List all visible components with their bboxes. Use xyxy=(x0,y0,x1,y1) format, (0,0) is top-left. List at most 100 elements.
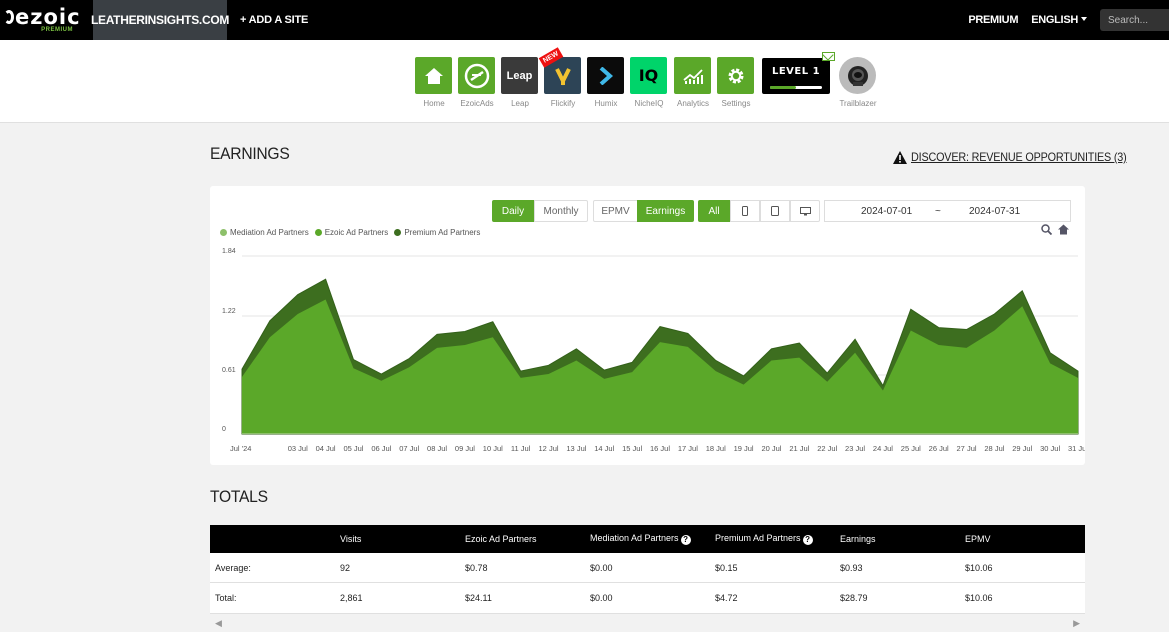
gear-icon xyxy=(717,57,754,94)
x-tick-label: 16 Jul xyxy=(650,444,670,453)
level-progress-fill xyxy=(770,86,796,89)
desktop-icon xyxy=(799,206,811,215)
horizontal-scrollbar[interactable]: ◀ ▶ xyxy=(210,615,1085,632)
x-tick-label: 18 Jul xyxy=(706,444,726,453)
humix-icon xyxy=(587,57,624,94)
astronaut-icon xyxy=(839,57,876,94)
level-badge[interactable]: LEVEL 1 xyxy=(762,58,830,94)
x-tick-label: 03 Jul xyxy=(288,444,308,453)
app-launcher-bar: Home EzoicAds Leap Leap NEW Flickify Hum… xyxy=(0,40,1169,123)
device-desktop-toggle[interactable] xyxy=(790,200,820,222)
row-label: Average: xyxy=(215,562,251,573)
table-row-total: Total: 2,861 $24.11 $0.00 $4.72 $28.79 $… xyxy=(210,583,1085,614)
device-all-toggle[interactable]: All xyxy=(698,200,730,222)
x-tick-label: 05 Jul xyxy=(343,444,363,453)
totals-table: Visits Ezoic Ad Partners Mediation Ad Pa… xyxy=(210,525,1085,614)
home-icon xyxy=(415,57,452,94)
cell-earnings: $0.93 xyxy=(840,562,863,573)
date-range-picker[interactable]: 2024-07-01 ~ 2024-07-31 xyxy=(824,200,1071,222)
mobile-icon xyxy=(742,206,748,216)
x-tick-label: 15 Jul xyxy=(622,444,642,453)
epmv-toggle[interactable]: EPMV xyxy=(593,200,638,222)
scroll-left-icon[interactable]: ◀ xyxy=(215,618,222,629)
x-tick-label: 19 Jul xyxy=(734,444,754,453)
table-row-average: Average: 92 $0.78 $0.00 $0.15 $0.93 $10.… xyxy=(210,553,1085,583)
top-nav-bar: ezoic PREMIUM LEATHERINSIGHTS.COM + ADD … xyxy=(0,0,1169,40)
app-nicheiq[interactable]: IQ NicheIQ xyxy=(630,57,668,108)
level-progress-bar xyxy=(770,86,822,89)
discover-label: DISCOVER: REVENUE OPPORTUNITIES (3) xyxy=(911,150,1127,164)
x-tick-label: 21 Jul xyxy=(789,444,809,453)
x-tick-label: 14 Jul xyxy=(594,444,614,453)
flickify-icon: NEW xyxy=(538,47,581,94)
help-icon[interactable]: ? xyxy=(680,534,691,545)
x-tick-label: 24 Jul xyxy=(873,444,893,453)
earnings-toggle[interactable]: Earnings xyxy=(637,200,694,222)
x-tick-label: 10 Jul xyxy=(483,444,503,453)
help-icon[interactable]: ? xyxy=(802,534,813,545)
cell-ezoic-ad-partners: $0.78 xyxy=(465,562,488,573)
x-tick-label: 08 Jul xyxy=(427,444,447,453)
daily-toggle[interactable]: Daily xyxy=(492,200,534,222)
device-mobile-toggle[interactable] xyxy=(730,200,760,222)
header-earnings[interactable]: Earnings xyxy=(840,534,876,544)
y-tick-label: 0 xyxy=(222,426,226,433)
x-tick-label: 31 Jul xyxy=(1068,444,1085,453)
legend-item[interactable]: Premium Ad Partners xyxy=(394,228,480,237)
totals-title: TOTALS xyxy=(210,487,268,506)
language-dropdown[interactable]: ENGLISH xyxy=(1031,14,1087,26)
app-label: Settings xyxy=(721,99,751,108)
envelope-icon[interactable] xyxy=(822,52,835,61)
premium-link[interactable]: PREMIUM xyxy=(968,14,1018,26)
cell-premium-ad-partners: $0.15 xyxy=(715,562,738,573)
header-epmv[interactable]: EPMV xyxy=(965,534,991,544)
search-input[interactable] xyxy=(1100,9,1169,31)
scroll-right-icon[interactable]: ▶ xyxy=(1073,618,1080,629)
discover-revenue-link[interactable]: DISCOVER: REVENUE OPPORTUNITIES (3) xyxy=(893,150,1151,164)
analytics-icon xyxy=(674,57,711,94)
area-series-mediation-ad-partners[interactable] xyxy=(242,433,1078,434)
x-tick-label: 12 Jul xyxy=(539,444,559,453)
zoom-icon[interactable] xyxy=(1041,224,1052,235)
chart-legend: Mediation Ad Partners Ezoic Ad Partners Pr… xyxy=(220,228,486,237)
x-tick-label: 27 Jul xyxy=(957,444,977,453)
x-tick-label: 28 Jul xyxy=(984,444,1004,453)
x-tick-label: 17 Jul xyxy=(678,444,698,453)
x-tick-label: 20 Jul xyxy=(761,444,781,453)
y-tick-label: 1.84 xyxy=(222,248,236,255)
header-premium-ad-partners[interactable]: Premium Ad Partners? xyxy=(715,533,813,545)
x-tick-label: 04 Jul xyxy=(316,444,336,453)
tablet-icon xyxy=(771,206,779,216)
legend-label: Ezoic Ad Partners xyxy=(324,228,389,237)
add-site-link[interactable]: + ADD A SITE xyxy=(240,14,308,26)
date-to: 2024-07-31 xyxy=(969,206,1021,217)
trailblazer-avatar[interactable]: Trailblazer xyxy=(839,57,877,108)
cell-ezoic-ad-partners: $24.11 xyxy=(465,593,492,603)
site-selector-tab[interactable]: LEATHERINSIGHTS.COM xyxy=(91,0,229,40)
cell-premium-ad-partners: $4.72 xyxy=(715,593,738,603)
home-reset-icon[interactable] xyxy=(1058,224,1069,235)
header-mediation-ad-partners[interactable]: Mediation Ad Partners? xyxy=(590,533,691,545)
header-visits[interactable]: Visits xyxy=(340,534,361,544)
device-tablet-toggle[interactable] xyxy=(760,200,790,222)
earnings-area-chart[interactable]: 1.84 1.22 0.61 0 Jul '24 03 Jul 04 Jul 05 Jul 06… xyxy=(210,246,1085,456)
earnings-chart-card: Daily Monthly EPMV Earnings All 2024-07-… xyxy=(210,186,1085,465)
nicheiq-icon: IQ xyxy=(630,57,667,94)
x-tick-label: 30 Jul xyxy=(1040,444,1060,453)
legend-dot-icon xyxy=(394,229,402,236)
cell-mediation-ad-partners: $0.00 xyxy=(590,562,613,573)
x-tick-label: 07 Jul xyxy=(399,444,419,453)
legend-label: Premium Ad Partners xyxy=(404,228,481,237)
x-tick-label: 26 Jul xyxy=(929,444,949,453)
y-tick-label: 0.61 xyxy=(222,367,236,374)
app-settings[interactable]: Settings xyxy=(717,57,755,108)
monthly-toggle[interactable]: Monthly xyxy=(534,200,588,222)
ezoic-logo[interactable]: ezoic PREMIUM xyxy=(0,0,93,40)
x-tick-label: 13 Jul xyxy=(566,444,586,453)
legend-item[interactable]: Mediation Ad Partners xyxy=(220,228,309,237)
legend-item[interactable]: Ezoic Ad Partners xyxy=(314,228,389,237)
table-header: Visits Ezoic Ad Partners Mediation Ad Pa… xyxy=(210,525,1085,553)
warning-icon xyxy=(893,150,907,164)
date-from: 2024-07-01 xyxy=(861,206,913,217)
header-ezoic-ad-partners[interactable]: Ezoic Ad Partners xyxy=(465,534,537,544)
